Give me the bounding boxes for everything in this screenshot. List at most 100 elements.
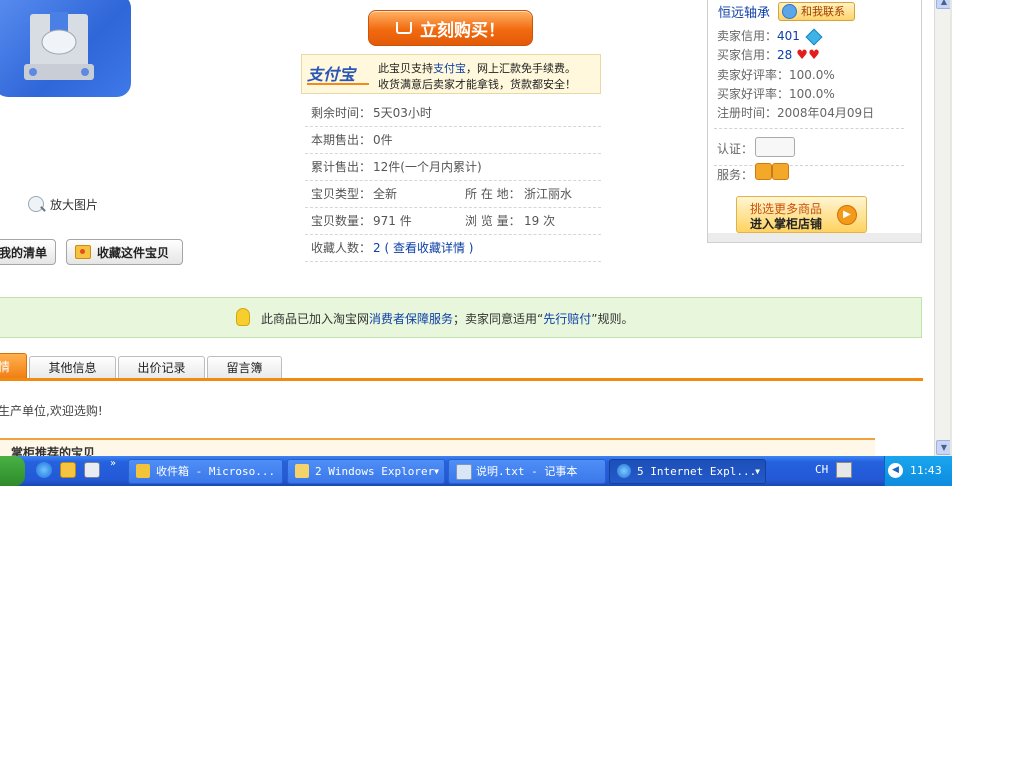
tray-expand-icon[interactable]: ◀ bbox=[888, 463, 903, 478]
magnifier-icon bbox=[28, 196, 44, 212]
guarantee-text: 此商品已加入淘宝网 bbox=[261, 312, 370, 326]
product-image[interactable] bbox=[0, 0, 131, 97]
task-windows-explorer[interactable]: 2 Windows Explorer ▼ bbox=[287, 459, 445, 484]
alipay-logo: 支付宝 bbox=[307, 63, 373, 87]
seller-credit-value[interactable]: 401 bbox=[777, 29, 800, 43]
buyer-rating-label: 买家好评率： bbox=[717, 87, 790, 101]
info-label: 所 在 地： bbox=[465, 187, 521, 201]
language-indicator[interactable]: CH bbox=[815, 463, 828, 476]
task-inbox[interactable]: 收件箱 - Microso... bbox=[128, 459, 283, 484]
contact-seller-button[interactable]: 和我联系 bbox=[778, 2, 855, 21]
task-notepad[interactable]: 说明.txt - 记事本 bbox=[448, 459, 606, 484]
tab-details[interactable]: 情 bbox=[0, 353, 27, 379]
window-edge bbox=[950, 0, 952, 456]
info-value: 全新 bbox=[373, 187, 398, 201]
info-label: 累计售出： bbox=[311, 160, 372, 174]
quick-launch-more-icon[interactable]: » bbox=[110, 458, 116, 469]
favorites-detail-link[interactable]: ( 查看收藏详情 ) bbox=[384, 241, 473, 255]
info-label: 本期售出： bbox=[311, 133, 372, 147]
info-row-period-sold: 本期售出： 0件 bbox=[305, 127, 601, 154]
favorite-icon bbox=[75, 245, 91, 259]
info-row-quantity-views: 宝贝数量： 971 件 浏 览 量： 19 次 bbox=[305, 208, 601, 235]
consumer-protection-link[interactable]: 消费者保障服务 bbox=[369, 312, 453, 326]
seller-rating-line: 卖家好评率：100.0% bbox=[717, 66, 835, 83]
seller-credit-line: 卖家信用：401 bbox=[717, 27, 823, 45]
vertical-scrollbar[interactable]: ▲ ▼ bbox=[934, 0, 952, 456]
store-button-line-2: 进入掌柜店铺 bbox=[750, 217, 823, 231]
info-row-type-location: 宝贝类型： 全新 所 在 地： 浙江丽水 bbox=[305, 181, 601, 208]
favorite-label: 收藏这件宝贝 bbox=[97, 245, 170, 260]
enter-store-button[interactable]: 挑选更多商品 进入掌柜店铺 ▶ bbox=[736, 196, 867, 233]
favorites-count[interactable]: 2 bbox=[373, 241, 381, 255]
certification-icon[interactable] bbox=[755, 137, 795, 157]
info-label: 宝贝类型： bbox=[311, 187, 372, 201]
clock-app-icon[interactable] bbox=[60, 462, 76, 478]
heart-icon: ♥ bbox=[808, 48, 820, 63]
info-value: 19 次 bbox=[524, 214, 556, 228]
alipay-text: 此宝贝支持 bbox=[378, 62, 433, 75]
buyer-credit-label: 买家信用： bbox=[717, 48, 778, 62]
consumer-protection-text: 此商品已加入淘宝网消费者保障服务；卖家同意适用“先行赔付”规则。 bbox=[261, 310, 633, 327]
info-value: 971 件 bbox=[373, 214, 412, 228]
seller-divider bbox=[714, 128, 904, 129]
task-label: 说明.txt - 记事本 bbox=[476, 465, 578, 478]
notepad-icon bbox=[456, 464, 472, 480]
my-list-label: 我的清单 bbox=[0, 245, 48, 260]
seller-panel-footer bbox=[708, 233, 921, 242]
certification-label: 认证： bbox=[717, 142, 754, 156]
clock[interactable]: 11:43 bbox=[910, 464, 942, 477]
internet-explorer-icon bbox=[617, 464, 631, 478]
register-date-line: 注册时间：2008年04月09日 bbox=[717, 104, 874, 121]
seller-rating-value: 100.0% bbox=[789, 68, 835, 82]
info-label: 剩余时间： bbox=[311, 106, 372, 120]
task-internet-explorer[interactable]: 5 Internet Expl... ▼ bbox=[609, 459, 766, 484]
tab-bid-records[interactable]: 出价记录 bbox=[118, 356, 205, 379]
input-method-icon[interactable] bbox=[836, 462, 852, 478]
guarantee-text: ；卖家同意适用“ bbox=[453, 312, 544, 326]
recommended-items-title: 掌柜推荐的宝贝 bbox=[11, 446, 96, 456]
start-button[interactable] bbox=[0, 456, 25, 486]
tab-other-info[interactable]: 其他信息 bbox=[29, 356, 116, 379]
arrow-right-icon: ▶ bbox=[837, 205, 857, 225]
alipay-line-2: 收货满意后卖家才能拿钱，货款都安全！ bbox=[378, 78, 576, 91]
cart-icon bbox=[396, 22, 412, 34]
wangwang-icon bbox=[782, 4, 797, 19]
info-label: 浏 览 量： bbox=[465, 214, 521, 228]
consumer-protection-bar: 此商品已加入淘宝网消费者保障服务；卖家同意适用“先行赔付”规则。 bbox=[0, 297, 922, 338]
task-label: 5 Internet Expl... bbox=[637, 465, 757, 478]
info-value: 12件(一个月内累计) bbox=[373, 160, 482, 174]
favorites-value: 2 ( 查看收藏详情 ) bbox=[373, 235, 473, 261]
info-value: 0件 bbox=[373, 133, 393, 147]
info-row-remaining: 剩余时间： 5天03小时 bbox=[305, 100, 601, 127]
favorite-item-button[interactable]: 收藏这件宝贝 bbox=[66, 239, 183, 265]
service-label: 服务： bbox=[717, 168, 754, 182]
tab-guestbook[interactable]: 留言簿 bbox=[207, 356, 282, 379]
register-label: 注册时间： bbox=[717, 106, 778, 120]
my-list-button[interactable]: 我的清单 bbox=[0, 239, 56, 265]
chevron-down-icon: ▼ bbox=[755, 467, 760, 476]
info-label: 宝贝数量： bbox=[311, 214, 372, 228]
seller-name-link[interactable]: 恒远轴承 bbox=[718, 2, 770, 21]
info-value: 浙江丽水 bbox=[524, 187, 573, 201]
internet-explorer-icon[interactable] bbox=[36, 462, 52, 478]
consumer-protection-icon[interactable] bbox=[755, 163, 772, 180]
alipay-notice: 支付宝 此宝贝支持支付宝，网上汇款免手续费。 收货满意后卖家才能拿钱，货款都安全… bbox=[301, 54, 601, 94]
guarantee-badge-icon[interactable] bbox=[772, 163, 789, 180]
buyer-credit-value[interactable]: 28 bbox=[777, 48, 792, 62]
task-label: 2 Windows Explorer bbox=[315, 465, 435, 478]
tab-underline bbox=[0, 378, 923, 381]
info-row-favorites: 收藏人数： 2 ( 查看收藏详情 ) bbox=[305, 235, 601, 262]
zoom-image-link[interactable]: 放大图片 bbox=[28, 195, 98, 213]
register-date-value: 2008年04月09日 bbox=[777, 106, 875, 120]
buyer-rating-line: 买家好评率：100.0% bbox=[717, 85, 835, 102]
seller-credit-label: 卖家信用： bbox=[717, 29, 778, 43]
compensation-first-link[interactable]: 先行赔付 bbox=[543, 312, 591, 326]
buy-now-button[interactable]: 立刻购买！ bbox=[368, 10, 533, 46]
shield-bell-icon bbox=[236, 308, 250, 326]
seller-rating-label: 卖家好评率： bbox=[717, 68, 790, 82]
page-viewport: 放大图片 我的清单 收藏这件宝贝 立刻购买！ 支付宝 此宝贝支持支付宝，网上汇款… bbox=[0, 0, 934, 456]
zoom-image-label: 放大图片 bbox=[50, 197, 99, 212]
show-desktop-icon[interactable] bbox=[84, 462, 100, 478]
system-tray: ◀ 11:43 bbox=[884, 456, 952, 486]
alipay-link[interactable]: 支付宝 bbox=[433, 62, 466, 75]
